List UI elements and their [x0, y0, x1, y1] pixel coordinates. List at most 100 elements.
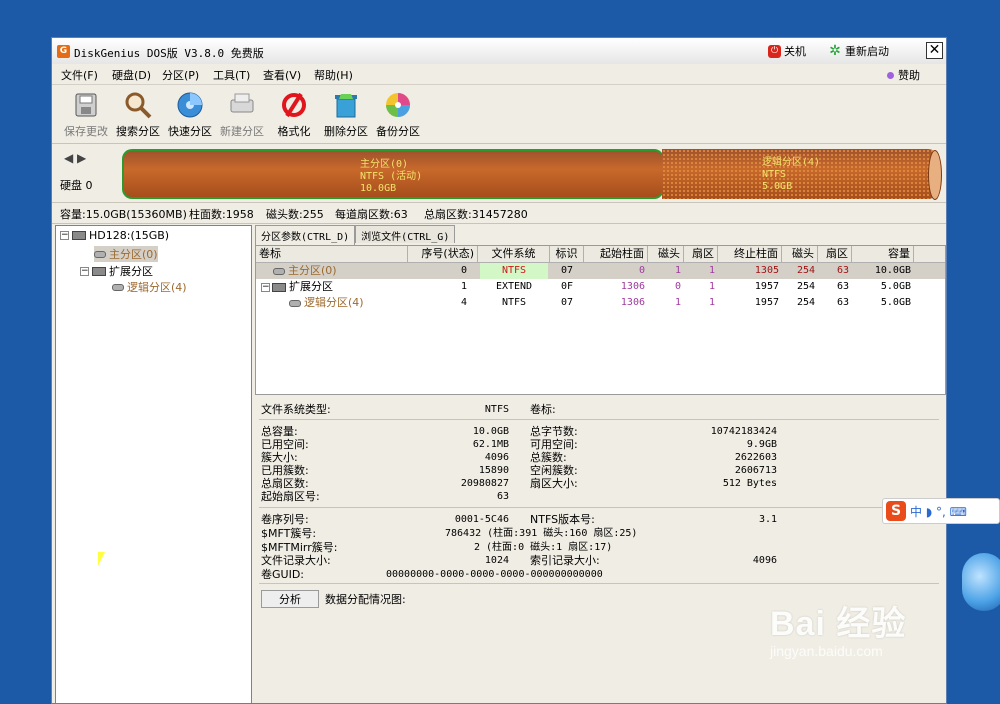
row-end-cyl: 1305	[754, 265, 779, 276]
tree-extended-node[interactable]: − 扩展分区	[80, 263, 153, 279]
tab-bar: 分区参数(CTRL_D) 浏览文件(CTRL_G)	[255, 225, 456, 245]
backup-partition-button[interactable]: 备份分区	[372, 90, 424, 140]
primary-bar-name: 主分区(0)	[360, 159, 409, 170]
primary-partition-bar[interactable]: 主分区(0) NTFS (活动) 10.0GB	[122, 149, 664, 199]
tree-primary-node[interactable]: 主分区(0)	[94, 246, 158, 262]
total-bytes-value: 10742183424	[710, 426, 777, 437]
table-row[interactable]: 主分区(0) 0 NTFS 07 0 1 1 1305 254 63 10.0G…	[256, 263, 945, 279]
menu-file[interactable]: 文件(F)	[61, 67, 98, 83]
menu-view[interactable]: 查看(V)	[263, 67, 301, 83]
new-partition-label: 新建分区	[220, 125, 264, 138]
table-row[interactable]: − 扩展分区 1 EXTEND 0F 1306 0 1 1957 254 63 5…	[256, 279, 945, 295]
col-id[interactable]: 标识	[550, 246, 584, 262]
disk-bar-end-cap	[928, 150, 942, 200]
detail-right-values: 10742183424 9.9GB 2622603 2606713 512 By…	[665, 425, 777, 490]
disk-nav-arrows-icon[interactable]: ◀ ▶	[64, 151, 86, 165]
row-fs: EXTEND	[495, 281, 533, 292]
table-row[interactable]: 逻辑分区(4) 4 NTFS 07 1306 1 1 1957 254 63 5…	[256, 295, 945, 311]
tree-logical-node[interactable]: 逻辑分区(4)	[112, 279, 187, 295]
format-icon	[282, 92, 306, 118]
row-id: 0F	[560, 281, 574, 292]
tree-primary-label: 主分区(0)	[109, 248, 158, 261]
delete-partition-button[interactable]: 删除分区	[320, 90, 372, 140]
collapse-icon[interactable]: −	[80, 266, 89, 276]
col-size[interactable]: 容量	[852, 246, 914, 262]
ime-toolbar[interactable]: S 中 ◗ °, ⌨	[882, 498, 1000, 524]
baidu-watermark: Bai 经验 jingyan.baidu.com	[770, 596, 906, 659]
free-space-value: 9.9GB	[746, 439, 777, 450]
toolbar: 保存更改 搜索分区 快速分区 新建分区 格式化 删除分区 备份分区	[52, 85, 946, 144]
close-button[interactable]: ✕	[926, 42, 943, 59]
primary-bar-text: 主分区(0) NTFS (活动) 10.0GB	[360, 159, 422, 195]
tab-browse-files[interactable]: 浏览文件(CTRL_G)	[355, 225, 456, 243]
row-start-head: 1	[674, 297, 681, 308]
row-end-sec: 63	[836, 265, 849, 276]
sponsor-label: 赞助	[898, 69, 920, 82]
delete-partition-label: 删除分区	[324, 125, 368, 138]
col-fs[interactable]: 文件系统	[478, 246, 550, 262]
volume-label-label: 卷标:	[530, 403, 556, 416]
search-icon	[125, 92, 152, 119]
menu-disk[interactable]: 硬盘(D)	[112, 67, 151, 83]
extended-partition-icon	[272, 282, 286, 292]
analyze-button[interactable]: 分析	[261, 590, 319, 608]
divider	[259, 419, 939, 420]
quick-partition-label: 快速分区	[168, 125, 212, 138]
col-end-sec[interactable]: 扇区	[818, 246, 852, 262]
sponsor-dot-icon	[887, 71, 894, 79]
mftmirr-cluster-value: 2 (柱面:0 磁头:1 扇区:17)	[474, 542, 613, 553]
row-seq: 4	[460, 297, 467, 308]
sponsor-button[interactable]: 赞助	[887, 67, 920, 83]
total-clusters-label: 总簇数:	[530, 451, 567, 464]
start-sector-value: 63	[496, 491, 509, 502]
total-clusters-value: 2622603	[734, 452, 777, 463]
serial-label: 卷序列号:	[261, 513, 309, 526]
search-partition-button[interactable]: 搜索分区	[112, 90, 164, 140]
shutdown-button[interactable]: ⏻ 关机	[768, 43, 806, 59]
disk-label: 硬盘 0	[60, 179, 93, 192]
col-start-head[interactable]: 磁头	[648, 246, 684, 262]
col-end-head[interactable]: 磁头	[782, 246, 818, 262]
col-end-cyl[interactable]: 终止柱面	[718, 246, 782, 262]
logical-bar-size: 5.0GB	[762, 181, 793, 192]
menu-tools[interactable]: 工具(T)	[213, 67, 250, 83]
format-button[interactable]: 格式化	[268, 90, 320, 140]
used-space-value: 62.1MB	[472, 439, 509, 450]
desktop-bird-widget-icon[interactable]	[962, 553, 1000, 611]
ime-status[interactable]: 中 ◗ °, ⌨	[910, 503, 967, 520]
disk-info-bar: 容量:15.0GB(15360MB) 柱面数:1958 磁头数:255 每道扇区…	[52, 203, 946, 224]
disk-tree: − HD128:(15GB) 主分区(0) − 扩展分区 逻辑分区(4)	[55, 225, 252, 703]
tree-disk-node[interactable]: − HD128:(15GB)	[60, 229, 169, 242]
sogou-ime-icon[interactable]: S	[886, 501, 906, 521]
logical-partition-bar[interactable]: 逻辑分区(4) NTFS 5.0GB	[662, 149, 938, 199]
collapse-icon[interactable]: −	[60, 231, 69, 240]
row-end-head: 254	[796, 265, 815, 276]
tab-partition-params[interactable]: 分区参数(CTRL_D)	[255, 225, 356, 245]
collapse-icon[interactable]: −	[261, 282, 270, 292]
format-label: 格式化	[277, 125, 311, 138]
serial-value: 0001-5C46	[454, 514, 509, 525]
quick-partition-button[interactable]: 快速分区	[164, 90, 216, 140]
restart-button[interactable]: ✲ 重新启动	[828, 43, 889, 59]
col-volume-label[interactable]: 卷标	[256, 246, 408, 262]
menu-bar: 文件(F) 硬盘(D) 分区(P) 工具(T) 查看(V) 帮助(H) 赞助	[52, 64, 946, 85]
partition-icon	[273, 267, 285, 275]
menu-help[interactable]: 帮助(H)	[314, 67, 353, 83]
power-icon: ⏻	[768, 44, 781, 58]
new-partition-button[interactable]: 新建分区	[216, 90, 268, 140]
disk-cylinders: 柱面数:1958	[189, 208, 254, 221]
used-clusters-label: 已用簇数:	[261, 464, 309, 477]
row-start-cyl: 0	[638, 265, 645, 276]
row-end-head: 254	[796, 297, 815, 308]
col-start-sec[interactable]: 扇区	[684, 246, 718, 262]
row-name: 主分区(0)	[270, 263, 408, 279]
data-allocation-label: 数据分配情况图:	[325, 593, 406, 606]
col-start-cyl[interactable]: 起始柱面	[584, 246, 648, 262]
row-name-text: 主分区(0)	[288, 264, 337, 277]
table-header: 卷标 序号(状态) 文件系统 标识 起始柱面 磁头 扇区 终止柱面 磁头 扇区 …	[256, 246, 945, 263]
menu-partition[interactable]: 分区(P)	[162, 67, 199, 83]
save-changes-button[interactable]: 保存更改	[60, 90, 112, 140]
row-start-cyl: 1306	[620, 297, 645, 308]
fs-type-label: 文件系统类型:	[261, 403, 331, 416]
col-seq[interactable]: 序号(状态)	[408, 246, 478, 262]
